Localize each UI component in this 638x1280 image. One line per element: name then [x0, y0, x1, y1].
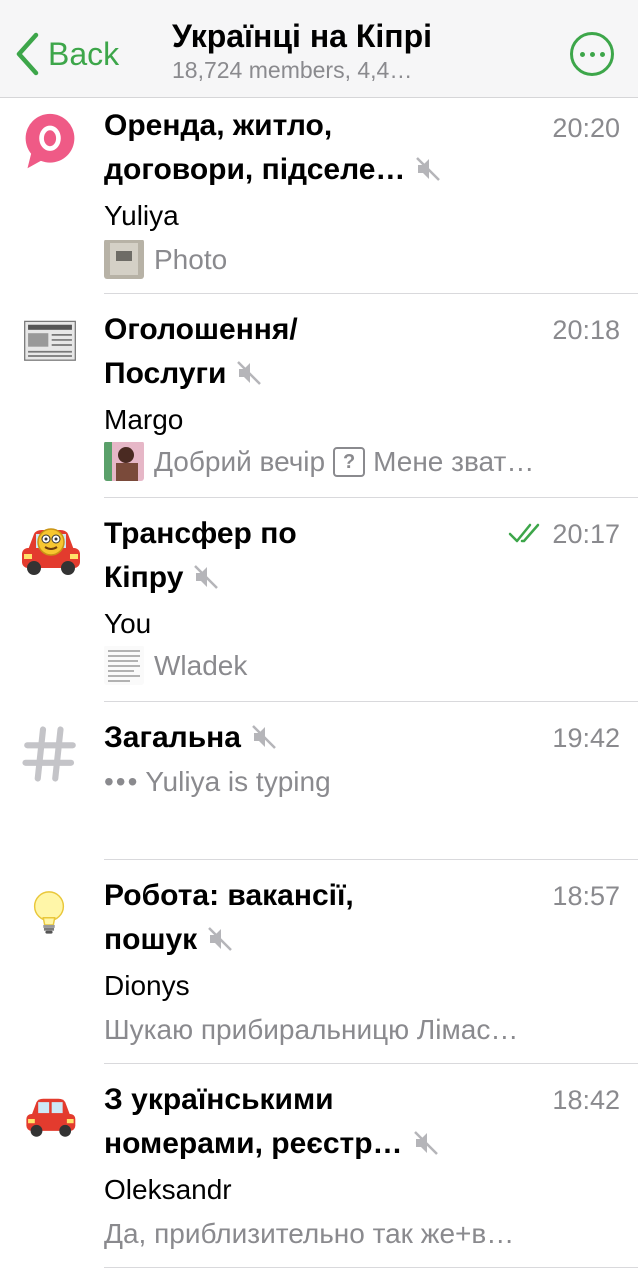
muted-speaker-icon	[252, 725, 276, 749]
chat-preview: Photo	[104, 240, 614, 280]
chat-preview: Да, приблизительно так же+в…	[104, 1218, 515, 1249]
muted-speaker-icon	[416, 157, 441, 181]
chat-row-transfer[interactable]: Трансфер по Кіпру 20:17 You Wladek	[0, 498, 638, 702]
car-with-emoji-face-icon	[22, 528, 80, 575]
lightbulb-icon	[33, 891, 65, 934]
nav-header: Back Українці на Кіпрі 18,724 members, 4…	[0, 0, 638, 98]
chat-header-info[interactable]: Українці на Кіпрі 18,724 members, 4,4…	[172, 18, 492, 84]
muted-speaker-icon	[413, 1131, 438, 1155]
dot-icon	[589, 51, 595, 57]
more-options-button[interactable]	[570, 32, 614, 76]
chat-row-robota[interactable]: Робота: вакансії, пошук 18:57 Dionys Шук…	[0, 860, 638, 1064]
document-thumbnail-icon	[104, 646, 144, 686]
chat-row-ogoloshennia[interactable]: Оголошення/ Послуги 20:18 Margo Добрий в…	[0, 294, 638, 498]
chat-row-orenda[interactable]: Оренда, житло, договори, підселе… 20:20 …	[0, 98, 638, 294]
double-check-read-icon	[509, 524, 540, 543]
pink-speech-bubble-o-icon	[25, 113, 75, 169]
row-divider	[104, 1267, 638, 1268]
chat-title: З українськими номерами, реєстр…	[104, 1078, 514, 1166]
chat-title: Трансфер по Кіпру	[104, 517, 297, 594]
muted-speaker-icon	[194, 565, 219, 589]
chat-preview: Wladek	[104, 646, 614, 686]
page-title: Українці на Кіпрі	[172, 18, 433, 54]
chat-preview: Добрий вечір? Мене зват…	[104, 442, 614, 482]
hashtag-icon	[22, 726, 76, 782]
typing-dots-icon: •••	[104, 766, 140, 797]
chat-title: Оголошення/ Послуги	[104, 313, 298, 390]
back-label: Back	[48, 35, 120, 72]
dot-icon	[599, 51, 605, 57]
photo-thumbnail-icon	[104, 240, 144, 280]
chat-time: 18:42	[552, 1085, 620, 1115]
chat-title: Робота: вакансії, пошук	[104, 879, 354, 956]
chat-row-ukrainian-plates[interactable]: З українськими номерами, реєстр… 18:42 O…	[0, 1064, 638, 1270]
chat-sender: Yuliya	[104, 200, 179, 231]
chat-sender: Dionys	[104, 970, 190, 1001]
chat-time: 20:17	[508, 514, 620, 554]
chat-title: Оренда, житло, договори, підселе…	[104, 104, 514, 192]
chevron-left-icon	[16, 32, 39, 76]
chat-time: 20:20	[552, 113, 620, 143]
back-button[interactable]: Back	[14, 30, 119, 78]
unknown-emoji-icon: ?	[333, 446, 366, 477]
chat-preview: Шукаю прибиральницю Лімас…	[104, 1014, 519, 1045]
chat-time: 18:57	[552, 881, 620, 911]
typing-indicator: ••• Yuliya is typing	[104, 766, 331, 797]
member-count: 18,724 members, 4,4…	[172, 57, 413, 83]
chat-title: Загальна	[104, 716, 514, 760]
photo-thumbnail-icon	[104, 442, 144, 482]
chat-time: 19:42	[552, 723, 620, 753]
chat-time: 20:18	[552, 315, 620, 345]
dot-icon	[579, 51, 585, 57]
muted-speaker-icon	[208, 927, 233, 951]
red-car-icon	[26, 1098, 76, 1137]
newspaper-icon	[24, 320, 76, 361]
chat-sender: Oleksandr	[104, 1174, 232, 1205]
chat-sender: Margo	[104, 404, 184, 435]
muted-speaker-icon	[237, 361, 262, 385]
chat-row-zahalna[interactable]: Загальна 19:42 ••• Yuliya is typing	[0, 702, 638, 860]
chat-sender: You	[104, 608, 152, 639]
